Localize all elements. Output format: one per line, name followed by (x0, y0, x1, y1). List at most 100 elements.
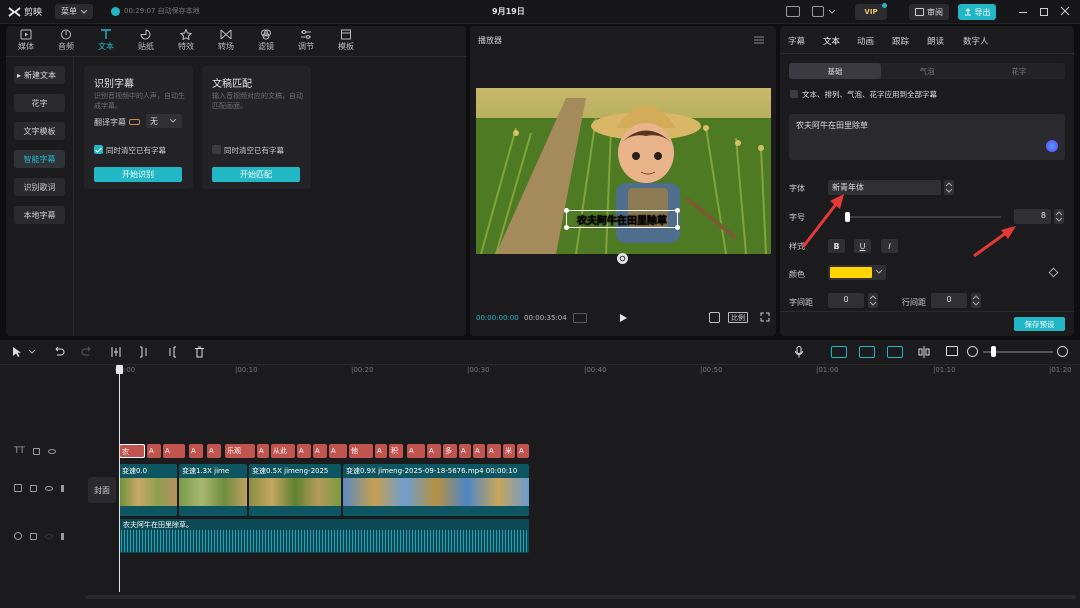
tab-effects[interactable]: 特效 (166, 26, 206, 56)
subtitle-clip[interactable]: 农 (119, 444, 145, 458)
delete-icon[interactable] (194, 346, 205, 358)
tab-transition[interactable]: 转场 (206, 26, 246, 56)
subtitle-clip[interactable]: 多 (443, 444, 457, 458)
player-menu-icon[interactable] (754, 36, 764, 44)
fullscreen-preview-icon[interactable] (709, 312, 720, 323)
video-preview[interactable]: 农夫阿牛在田里除草 (476, 88, 771, 254)
subtitle-clip[interactable]: A (407, 444, 425, 458)
sidebar-item-new-text[interactable]: ▸ 新建文本 (14, 66, 65, 84)
speaker-icon[interactable] (61, 484, 68, 492)
cover-button[interactable]: 封面 (88, 477, 116, 503)
playhead[interactable] (119, 366, 120, 592)
lock-icon[interactable] (32, 447, 40, 455)
char-spacing-input[interactable]: 0 (828, 293, 864, 308)
trim-right-icon[interactable] (166, 346, 178, 358)
zoom-slider-handle[interactable] (991, 346, 996, 357)
video-clip[interactable]: 变速0.5X jimeng-2025 (249, 464, 341, 516)
microphone-icon[interactable] (795, 346, 803, 358)
timeline-scrollbar[interactable] (86, 595, 1076, 599)
rotate-icon[interactable] (617, 253, 628, 264)
subtitle-clip[interactable]: A (517, 444, 529, 458)
undo-icon[interactable] (53, 346, 65, 357)
tab-animation[interactable]: 动画 (857, 35, 874, 47)
sidebar-item-smart-caption[interactable]: 智能字幕 (14, 150, 65, 168)
keyframe-icon[interactable] (1048, 267, 1059, 278)
tab-read-aloud[interactable]: 朗读 (927, 35, 944, 47)
size-slider-track[interactable] (848, 216, 1001, 218)
zoom-in-icon[interactable] (1057, 346, 1068, 357)
tab-text[interactable]: 文本 (86, 26, 126, 56)
subtitle-clip[interactable]: A (147, 444, 161, 458)
subtitle-clip[interactable]: A (207, 444, 221, 458)
subtitle-clip[interactable]: A (487, 444, 501, 458)
eye-icon[interactable] (45, 533, 53, 539)
ai-assistant-icon[interactable] (1046, 140, 1058, 152)
tab-captions[interactable]: 字幕 (788, 35, 805, 47)
subtitle-clip[interactable]: A (459, 444, 471, 458)
subtitle-clip[interactable]: A (329, 444, 347, 458)
grid-icon[interactable] (573, 313, 587, 323)
resize-handle[interactable] (675, 225, 680, 230)
tab-filter[interactable]: 滤镜 (246, 26, 286, 56)
layout-chevron-icon[interactable] (829, 10, 835, 14)
expand-icon[interactable] (760, 312, 770, 322)
subtitle-clip[interactable]: A (297, 444, 311, 458)
tab-adjust[interactable]: 调节 (286, 26, 326, 56)
ratio-button[interactable]: 比例 (728, 312, 748, 323)
tab-digital-human[interactable]: 数字人 (963, 35, 989, 47)
start-recognize-button[interactable]: 开始识别 (94, 167, 182, 182)
color-picker[interactable] (828, 265, 886, 280)
resize-handle[interactable] (564, 208, 569, 213)
maximize-icon[interactable] (1040, 8, 1048, 16)
subtitle-clip[interactable]: A (473, 444, 485, 458)
linkage-icon[interactable] (887, 346, 903, 358)
start-match-button[interactable]: 开始匹配 (212, 167, 300, 182)
italic-button[interactable]: I (881, 239, 898, 253)
main-track-magnet-icon[interactable] (831, 346, 847, 358)
font-select-spinner[interactable] (944, 180, 954, 195)
auto-snap-icon[interactable] (859, 346, 875, 358)
sidebar-item-fancy-text[interactable]: 花字 (14, 94, 65, 112)
trim-left-icon[interactable] (138, 346, 150, 358)
select-cursor-icon[interactable] (12, 346, 22, 358)
subtitle-clip[interactable]: A (257, 444, 269, 458)
play-button[interactable] (619, 313, 628, 323)
close-icon[interactable] (1060, 6, 1070, 16)
split-icon[interactable] (110, 346, 122, 358)
sub-tab-basic[interactable]: 基础 (789, 63, 881, 79)
tab-sticker[interactable]: 贴纸 (126, 26, 166, 56)
line-spacing-spinner[interactable] (971, 293, 981, 308)
resize-handle[interactable] (564, 225, 569, 230)
audio-clip[interactable]: 农夫阿牛在田里除草。 (119, 519, 529, 553)
layout-icon[interactable] (812, 6, 824, 17)
lock-icon[interactable] (30, 532, 37, 540)
subtitle-clip[interactable]: 米 (503, 444, 515, 458)
subtitle-clip[interactable]: 积 (389, 444, 403, 458)
review-button[interactable]: 审阅 (909, 4, 949, 20)
menu-button[interactable]: 菜单 (55, 4, 93, 19)
caption-selection-box[interactable]: 农夫阿牛在田里除草 (564, 208, 680, 230)
save-preset-button[interactable]: 保存预设 (1014, 317, 1065, 331)
subtitle-clip[interactable]: A (189, 444, 203, 458)
zoom-out-icon[interactable] (967, 346, 978, 357)
subtitle-clip[interactable]: 从此 (271, 444, 295, 458)
preview-axis-icon[interactable] (917, 346, 931, 358)
video-clip[interactable]: 变速0.0 (119, 464, 177, 516)
sidebar-item-text-template[interactable]: 文字模板 (14, 122, 65, 140)
keyboard-icon[interactable] (786, 6, 800, 17)
speaker-icon[interactable] (61, 532, 68, 540)
tab-template[interactable]: 模板 (326, 26, 366, 56)
tab-audio[interactable]: 音频 (46, 26, 86, 56)
time-ruler[interactable]: 00:00 |00:10 |00:20 |00:30 |00:40 |00:50… (115, 366, 1080, 378)
resize-handle[interactable] (675, 208, 680, 213)
underline-button[interactable]: U (854, 239, 871, 253)
tab-tracking[interactable]: 跟踪 (892, 35, 909, 47)
subtitle-clip[interactable]: A (427, 444, 441, 458)
tab-text-active[interactable]: 文本 (823, 35, 840, 47)
clear-captions-checkbox[interactable] (94, 145, 103, 154)
size-spinner[interactable] (1054, 209, 1064, 224)
sub-tab-bubble[interactable]: 气泡 (881, 63, 973, 79)
playhead-handle[interactable] (116, 365, 123, 374)
cursor-chevron-icon[interactable] (29, 350, 35, 354)
char-spacing-spinner[interactable] (868, 293, 878, 308)
